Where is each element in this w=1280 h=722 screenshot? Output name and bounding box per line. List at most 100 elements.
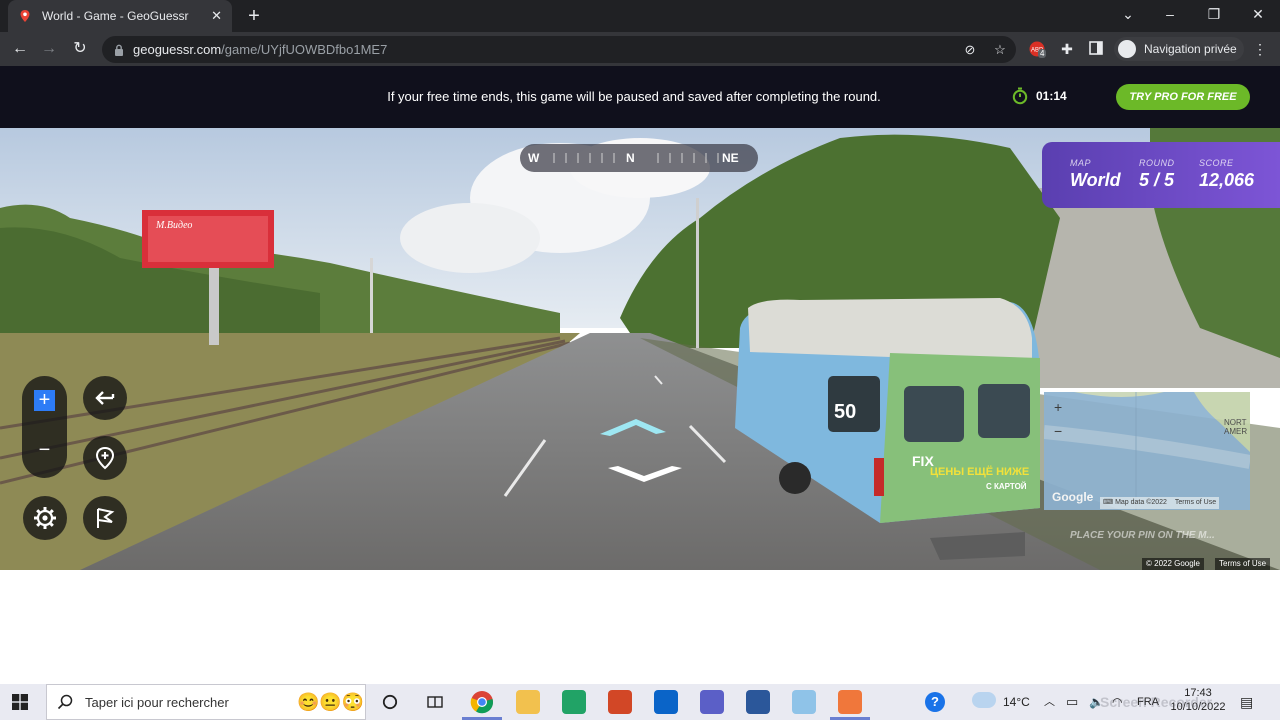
bookmark-star-icon[interactable]: ☆ bbox=[992, 42, 1008, 58]
browser-tab-strip: World - Game - GeoGuessr ✕ + ⌄ – ❐ ✕ bbox=[0, 0, 1280, 32]
report-flag-button[interactable] bbox=[83, 496, 127, 540]
photos-icon[interactable] bbox=[792, 690, 816, 714]
url-host: geoguessr.com bbox=[133, 42, 222, 57]
compass: W N NE bbox=[520, 144, 758, 172]
game-status-panel: MAP World ROUND 5 / 5 SCORE 12,066 bbox=[1042, 142, 1280, 208]
file-explorer-icon[interactable] bbox=[516, 690, 540, 714]
tab-title: World - Game - GeoGuessr bbox=[42, 9, 189, 23]
screen-recorder-icon[interactable] bbox=[838, 690, 862, 714]
map-label: MAP bbox=[1070, 158, 1092, 168]
score-value: 12,066 bbox=[1199, 170, 1255, 190]
map-value: World bbox=[1070, 170, 1121, 190]
round-stat: ROUND 5 / 5 bbox=[1139, 158, 1175, 191]
profile-label: Navigation privée bbox=[1144, 42, 1237, 56]
geoguessr-pin-icon bbox=[20, 10, 30, 22]
extension-badge: 4 bbox=[1038, 49, 1047, 58]
lock-icon bbox=[115, 44, 123, 56]
map-stat: MAP World bbox=[1070, 158, 1121, 191]
compass-ticks bbox=[553, 153, 719, 163]
round-label: ROUND bbox=[1139, 158, 1175, 168]
score-label: SCORE bbox=[1199, 158, 1234, 168]
screen-recorder-watermark: Screen Recorder bbox=[1100, 694, 1213, 710]
google-copyright: © 2022 Google bbox=[1142, 558, 1204, 570]
minimap-zoom-in-icon[interactable]: + bbox=[1054, 400, 1062, 414]
zoom-in-button[interactable]: + bbox=[34, 390, 55, 411]
compass-north: N bbox=[626, 151, 635, 165]
chrome-menu-icon[interactable]: ⋮ bbox=[1252, 40, 1268, 58]
checkpoint-button[interactable] bbox=[83, 436, 127, 480]
minimap-region-label: NORT AMER bbox=[1224, 418, 1248, 436]
help-icon[interactable]: ? bbox=[925, 692, 945, 712]
windows-start-icon[interactable] bbox=[12, 694, 28, 710]
task-view-icon[interactable] bbox=[426, 694, 444, 710]
free-time-timer: 01:14 bbox=[1012, 87, 1067, 105]
tab-close-icon[interactable]: ✕ bbox=[211, 8, 222, 24]
zoom-controls: + − bbox=[22, 376, 67, 478]
excel-icon[interactable] bbox=[562, 690, 586, 714]
map-pin-plus-icon bbox=[95, 446, 115, 470]
minimap-footer: ⌨ Map data ©2022 Terms of Use bbox=[1100, 497, 1220, 509]
battery-icon[interactable]: ▭ bbox=[1066, 684, 1078, 720]
try-pro-button[interactable]: TRY PRO FOR FREE bbox=[1116, 84, 1250, 110]
extensions-puzzle-icon[interactable]: ✚ bbox=[1058, 40, 1076, 58]
guess-minimap[interactable]: + − NORT AMER Google ⌨ Map data ©2022 Te… bbox=[1044, 392, 1250, 510]
return-to-start-button[interactable] bbox=[83, 376, 127, 420]
score-stat: SCORE 12,066 bbox=[1199, 158, 1254, 191]
forward-arrow-icon[interactable]: → bbox=[38, 38, 60, 60]
back-arrow-icon[interactable]: ← bbox=[9, 38, 31, 60]
van-route-number: 50 bbox=[834, 401, 856, 423]
place-pin-button[interactable]: PLACE YOUR PIN ON THE M... bbox=[1070, 530, 1215, 541]
address-bar[interactable]: geoguessr.com/game/UYjfUOWBDfbo1ME7 ⊘ ☆ bbox=[102, 36, 1016, 63]
search-placeholder: Taper ici pour rechercher bbox=[85, 694, 229, 710]
search-icon bbox=[57, 694, 73, 710]
undo-arrow-icon bbox=[95, 391, 115, 405]
minimap-terms-link[interactable]: Terms of Use bbox=[1175, 499, 1216, 506]
url-path: /game/UYjfUOWBDfbo1ME7 bbox=[221, 42, 388, 57]
minimap-map-data: Map data ©2022 bbox=[1115, 499, 1167, 506]
adblock-extension-icon[interactable]: ABP 4 bbox=[1028, 40, 1047, 58]
eye-slash-icon[interactable]: ⊘ bbox=[962, 42, 978, 58]
free-time-message: If your free time ends, this game will b… bbox=[387, 89, 881, 104]
minimap-zoom-out-icon[interactable]: − bbox=[1054, 424, 1062, 438]
browser-toolbar: ← → ↻ geoguessr.com/game/UYjfUOWBDfbo1ME… bbox=[0, 32, 1280, 66]
stopwatch-icon bbox=[1012, 87, 1028, 105]
compass-northeast: NE bbox=[722, 151, 739, 165]
weather-temp[interactable]: 14°C bbox=[1003, 684, 1030, 720]
browser-tab-geoguessr[interactable]: World - Game - GeoGuessr ✕ bbox=[8, 0, 232, 32]
notifications-icon[interactable]: ▤ bbox=[1240, 684, 1253, 720]
cortana-icon[interactable] bbox=[382, 694, 398, 710]
restore-icon[interactable]: ❐ bbox=[1194, 0, 1234, 28]
streetview-terms-link[interactable]: Terms of Use bbox=[1215, 558, 1271, 570]
minimap-google-logo: Google bbox=[1052, 490, 1094, 504]
weather-cloud-icon[interactable] bbox=[972, 692, 996, 708]
flag-icon bbox=[97, 508, 115, 528]
van-slogan-2: С КАРТОЙ bbox=[986, 482, 1027, 491]
powerpoint-icon[interactable] bbox=[608, 690, 632, 714]
tab-search-chevron-icon[interactable]: ⌄ bbox=[1108, 0, 1148, 28]
settings-button[interactable] bbox=[23, 496, 67, 540]
timer-value: 01:14 bbox=[1036, 89, 1067, 103]
new-tab-plus-icon[interactable]: + bbox=[244, 6, 264, 26]
reload-icon[interactable]: ↻ bbox=[69, 38, 91, 60]
chrome-taskbar-icon[interactable] bbox=[470, 690, 494, 714]
minimap-keyboard-icon: ⌨ bbox=[1103, 499, 1114, 506]
emoji-highlight-icon: 😊😐😳 bbox=[297, 692, 365, 712]
van-slogan: ЦЕНЫ ЕЩЁ НИЖЕ bbox=[930, 465, 1029, 478]
free-time-banner: If your free time ends, this game will b… bbox=[0, 66, 1280, 128]
billboard-text: М.Видео bbox=[155, 220, 192, 231]
zoom-out-button[interactable]: − bbox=[34, 440, 55, 461]
taskbar-search-box[interactable]: Taper ici pour rechercher 😊😐😳 bbox=[46, 684, 366, 720]
round-value: 5 / 5 bbox=[1139, 170, 1175, 190]
gear-icon bbox=[34, 507, 56, 529]
tray-chevron-icon[interactable]: ︿ bbox=[1044, 684, 1055, 720]
word-icon[interactable] bbox=[746, 690, 770, 714]
incognito-icon bbox=[1118, 40, 1136, 58]
minimize-icon[interactable]: – bbox=[1150, 0, 1190, 28]
store-icon[interactable] bbox=[654, 690, 678, 714]
compass-west: W bbox=[528, 151, 540, 165]
side-panel-icon[interactable] bbox=[1088, 40, 1106, 58]
teams-icon[interactable] bbox=[700, 690, 724, 714]
incognito-profile-chip[interactable]: Navigation privée bbox=[1114, 37, 1244, 61]
windows-taskbar: Taper ici pour rechercher 😊😐😳 ? 14°C ︿ ▭… bbox=[0, 684, 1280, 720]
close-window-icon[interactable]: ✕ bbox=[1238, 0, 1278, 28]
